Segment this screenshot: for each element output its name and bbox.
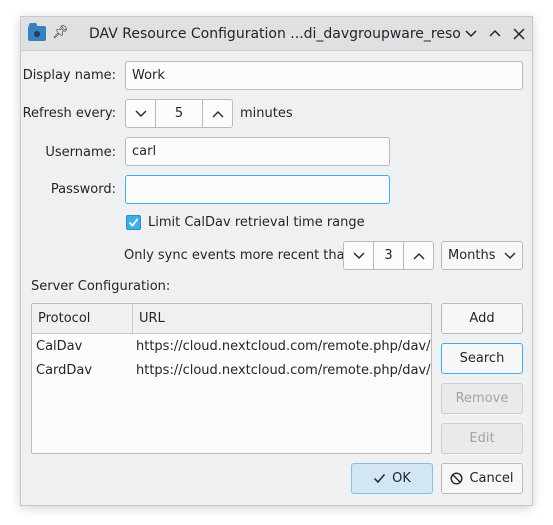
password-label: Password: [50, 182, 116, 197]
sync-unit-value: Months [448, 248, 496, 263]
minimize-icon[interactable] [461, 24, 481, 44]
dialog-window: 📌︎ DAV Resource Configuration ...di_davg… [20, 16, 533, 506]
checkmark-icon [374, 474, 386, 484]
sync-value[interactable]: 3 [374, 242, 403, 269]
chevron-down-icon [135, 110, 147, 117]
server-config-label: Server Configuration: [31, 279, 171, 294]
remove-button[interactable]: Remove [441, 383, 523, 414]
edit-button[interactable]: Edit [441, 423, 523, 454]
refresh-decrement-button[interactable] [126, 100, 156, 127]
column-header-url[interactable]: URL [132, 304, 431, 334]
checkmark-icon [128, 218, 139, 227]
sync-decrement-button[interactable] [344, 242, 374, 269]
cancel-button-label: Cancel [469, 471, 514, 486]
title-bar[interactable]: 📌︎ DAV Resource Configuration ...di_davg… [21, 17, 532, 51]
row-url: https://cloud.nextcloud.com/remote.php/d… [136, 363, 431, 378]
chevron-down-icon [504, 252, 516, 259]
sync-spinbox[interactable]: 3 [343, 241, 434, 270]
table-row[interactable]: CalDav https://cloud.nextcloud.com/remot… [32, 335, 431, 359]
chevron-up-icon [212, 111, 224, 118]
table-header: Protocol URL [32, 304, 431, 334]
username-label: Username: [45, 145, 116, 160]
sync-increment-button[interactable] [403, 242, 433, 269]
cancel-icon [450, 472, 463, 485]
close-icon[interactable] [509, 24, 529, 44]
column-header-protocol[interactable]: Protocol [32, 304, 132, 334]
search-button[interactable]: Search [441, 343, 523, 374]
ok-button-label: OK [392, 471, 411, 486]
sync-label: Only sync events more recent than [124, 248, 353, 263]
window-title: DAV Resource Configuration ...di_davgrou… [89, 26, 461, 42]
row-protocol: CalDav [36, 339, 83, 354]
display-name-label: Display name: [22, 68, 116, 83]
ok-button[interactable]: OK [351, 463, 433, 494]
sync-unit-combo[interactable]: Months [441, 241, 523, 270]
display-name-field[interactable]: Work [125, 61, 523, 90]
refresh-spinbox[interactable]: 5 [125, 99, 233, 128]
limit-checkbox-label[interactable]: Limit CalDav retrieval time range [148, 215, 365, 230]
refresh-value[interactable]: 5 [156, 100, 202, 127]
chevron-down-icon [353, 252, 365, 259]
refresh-increment-button[interactable] [202, 100, 232, 127]
limit-checkbox[interactable] [126, 215, 141, 230]
add-button[interactable]: Add [441, 303, 523, 334]
maximize-icon[interactable] [485, 24, 505, 44]
refresh-unit-label: minutes [240, 106, 293, 121]
cancel-button[interactable]: Cancel [441, 463, 523, 494]
username-field[interactable]: carl [125, 137, 390, 166]
app-folder-icon [28, 23, 46, 41]
password-field[interactable] [125, 175, 390, 204]
chevron-up-icon [413, 253, 425, 260]
pin-icon[interactable]: 📌︎ [52, 24, 69, 42]
refresh-label: Refresh every: [22, 106, 116, 121]
table-row[interactable]: CardDav https://cloud.nextcloud.com/remo… [32, 359, 431, 383]
server-table[interactable]: Protocol URL CalDav https://cloud.nextcl… [31, 303, 432, 454]
row-url: https://cloud.nextcloud.com/remote.php/d… [136, 339, 431, 354]
row-protocol: CardDav [36, 363, 93, 378]
